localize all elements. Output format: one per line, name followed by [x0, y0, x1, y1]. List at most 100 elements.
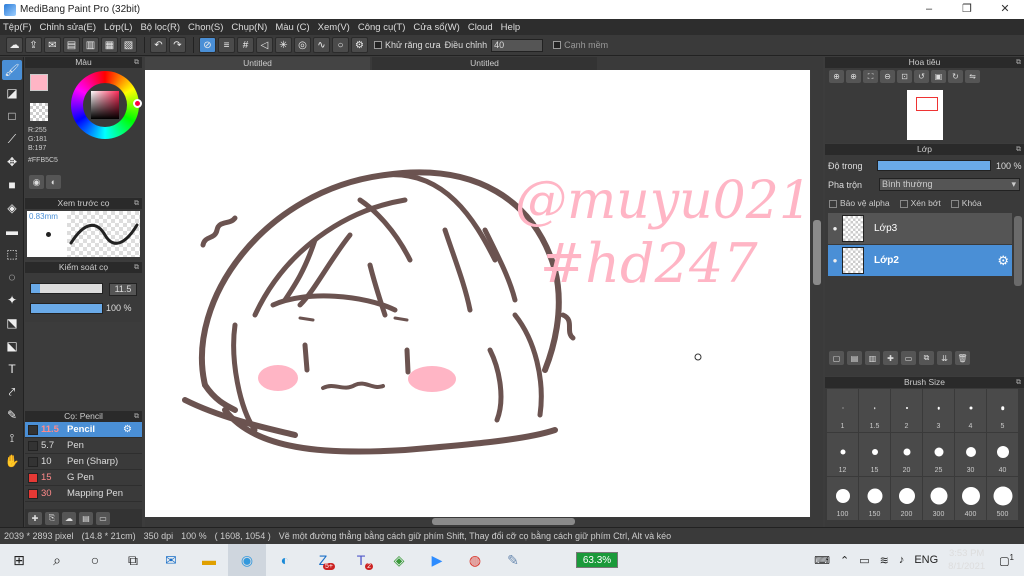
redo-icon[interactable]: ↷	[169, 37, 186, 53]
dot-tool-icon[interactable]: ⟋	[2, 129, 22, 149]
new-8bit-layer-icon[interactable]: ▥	[865, 351, 880, 365]
brush-item[interactable]: 15 G Pen	[25, 470, 142, 486]
brush-size-preset[interactable]: 15	[859, 433, 890, 476]
lock-checkbox[interactable]: Khóa	[951, 198, 982, 208]
undo-icon[interactable]: ↶	[150, 37, 167, 53]
layer-opacity-slider[interactable]	[877, 160, 991, 171]
select-rect-tool-icon[interactable]: ⬚	[2, 244, 22, 264]
layer-row-lop3[interactable]: ● Lớp3	[828, 213, 1012, 244]
zoom-app-icon[interactable]: ▶	[418, 544, 456, 576]
actual-size-icon[interactable]: ⊡	[897, 70, 912, 83]
parallel-snap-icon[interactable]: ≡	[218, 37, 235, 53]
menu-window[interactable]: Cửa sổ(W)	[413, 22, 459, 33]
brush-item[interactable]: 11.5 Pencil ⚙	[25, 422, 142, 438]
show-hidden-icons-chevron-icon[interactable]: ⌃	[840, 554, 849, 567]
grid-snap-icon[interactable]: #	[237, 37, 254, 53]
operation-tool-icon[interactable]: ⤤	[2, 382, 22, 402]
menu-help[interactable]: Help	[501, 22, 521, 33]
brush-size-value[interactable]: 11.5	[109, 283, 137, 296]
canvas-vertical-scrollbar[interactable]	[811, 70, 823, 518]
menu-tools[interactable]: Công cụ(T)	[358, 22, 406, 33]
edge-icon[interactable]: ◐	[266, 544, 304, 576]
paint-brush-app-icon[interactable]: ✎	[494, 544, 532, 576]
menu-edit[interactable]: Chỉnh sửa(E)	[40, 22, 97, 33]
menu-view[interactable]: Xem(V)	[318, 22, 350, 33]
medibang-taskbar-icon[interactable]: ◉	[228, 544, 266, 576]
fit-screen-icon[interactable]: ▣	[931, 70, 946, 83]
bucket-tool-icon[interactable]: ◈	[2, 198, 22, 218]
color-wheel[interactable]	[71, 71, 142, 139]
snap-off-icon[interactable]: ⊘	[199, 37, 216, 53]
hand-tool-icon[interactable]: ✋	[2, 451, 22, 471]
chrome-icon[interactable]: ◍	[456, 544, 494, 576]
notification-center-icon[interactable]: ▢1	[999, 553, 1014, 568]
fill-shape-tool-icon[interactable]: ■	[2, 175, 22, 195]
maximize-button[interactable]: ❐	[948, 0, 986, 19]
brush-size-slider[interactable]	[30, 283, 103, 294]
rotate-left-icon[interactable]: ↺	[914, 70, 929, 83]
zoom-out-icon[interactable]: ⊖	[880, 70, 895, 83]
color-history-icon[interactable]: ◐	[46, 175, 61, 189]
brush-cloud-icon[interactable]: ☁	[62, 511, 76, 525]
merge-down-icon[interactable]: ⇊	[937, 351, 952, 365]
delete-layer-icon[interactable]: 🗑	[955, 351, 970, 365]
lasso-tool-icon[interactable]: ◌	[2, 267, 22, 287]
brush-size-preset[interactable]: 1.5	[859, 389, 890, 432]
brush-size-preset[interactable]: 2	[891, 389, 922, 432]
select-pen-tool-icon[interactable]: ⬔	[2, 313, 22, 333]
brush-settings-gear-icon[interactable]: ⚙	[123, 424, 132, 435]
comment-icon[interactable]: ✉	[44, 37, 61, 53]
snap-settings-gear-icon[interactable]: ⚙	[351, 37, 368, 53]
brush-tool-icon[interactable]: 🖌	[2, 60, 22, 80]
volume-icon[interactable]: ♪	[899, 554, 905, 566]
grid-panel-icon[interactable]: ▧	[120, 37, 137, 53]
search-icon[interactable]: ⌕	[38, 544, 76, 576]
saturation-value-square[interactable]	[91, 91, 119, 119]
document-icon[interactable]: ▥	[82, 37, 99, 53]
curve-snap-icon[interactable]: ∿	[313, 37, 330, 53]
layer-visibility-icon[interactable]: ●	[828, 224, 842, 233]
brush-item[interactable]: 10 Pen (Sharp)	[25, 454, 142, 470]
rotate-right-icon[interactable]: ↻	[948, 70, 963, 83]
teams-icon[interactable]: T2	[342, 544, 380, 576]
vertical-scroll-thumb[interactable]	[813, 220, 821, 285]
message-icon[interactable]: ▤	[63, 37, 80, 53]
drawing-canvas[interactable]: @muyu0210 #hd247	[145, 70, 845, 517]
move-tool-icon[interactable]: ✥	[2, 152, 22, 172]
menu-filter[interactable]: Bộ lọc(R)	[140, 22, 180, 33]
foreground-color-swatch[interactable]	[30, 74, 48, 91]
brush-item[interactable]: 5.7 Pen	[25, 438, 142, 454]
brush-opacity-slider[interactable]	[30, 303, 103, 314]
close-button[interactable]: ✕	[986, 0, 1024, 19]
menu-layer[interactable]: Lớp(L)	[104, 22, 132, 33]
layer-visibility-icon[interactable]: ●	[828, 256, 842, 265]
brush-size-preset[interactable]: 400	[955, 477, 986, 520]
antialias-checkbox[interactable]	[374, 41, 382, 49]
horizontal-scroll-thumb[interactable]	[432, 518, 575, 525]
adjust-input[interactable]: 40	[491, 38, 544, 52]
color-palette-icon[interactable]: ◉	[29, 175, 44, 189]
file-explorer-icon[interactable]: ▬	[190, 544, 228, 576]
layer-folder-icon[interactable]: ▭	[901, 351, 916, 365]
brush-size-preset[interactable]: 300	[923, 477, 954, 520]
magic-wand-tool-icon[interactable]: ✦	[2, 290, 22, 310]
task-view-icon[interactable]: ⧉	[114, 544, 152, 576]
brush-copy-icon[interactable]: ⎘	[45, 511, 59, 525]
brush-size-preset[interactable]: 100	[827, 477, 858, 520]
zoom-in-icon[interactable]: ⊕	[829, 70, 844, 83]
brush-size-preset[interactable]: 500	[987, 477, 1018, 520]
brush-size-preset[interactable]: 25	[923, 433, 954, 476]
brush-size-preset[interactable]: 12	[827, 433, 858, 476]
hue-handle[interactable]	[133, 99, 142, 108]
new-halftone-layer-icon[interactable]: ▤	[847, 351, 862, 365]
layer-blend-select[interactable]: Bình thường ▾	[879, 178, 1020, 191]
navigator-thumbnail[interactable]	[907, 90, 943, 140]
brush-size-preset[interactable]: 20	[891, 433, 922, 476]
fit-window-icon[interactable]: ⛶	[863, 70, 878, 83]
layer-settings-gear-icon[interactable]: ⚙	[997, 253, 1009, 269]
protect-alpha-checkbox[interactable]: Bảo vệ alpha	[829, 198, 890, 208]
menu-snap[interactable]: Chụp(N)	[231, 22, 267, 33]
brush-size-preset[interactable]: 3	[923, 389, 954, 432]
perspective-snap-icon[interactable]: ◁	[256, 37, 273, 53]
page-icon[interactable]: ▦	[101, 37, 118, 53]
